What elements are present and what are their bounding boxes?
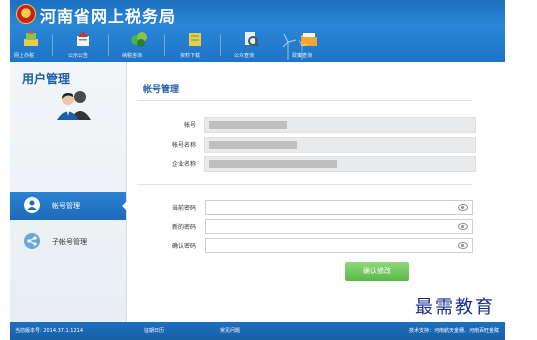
query-icon bbox=[245, 32, 259, 47]
nav-online-tax[interactable]: 网上办税 bbox=[10, 28, 46, 62]
download-icon bbox=[189, 33, 201, 46]
redacted-value bbox=[209, 121, 287, 129]
account-name-field bbox=[204, 137, 476, 153]
sidebar-item-label: 帐号管理 bbox=[52, 202, 80, 210]
share-circle-icon bbox=[24, 233, 40, 249]
company-name-field bbox=[204, 156, 476, 172]
nav-divider bbox=[164, 34, 165, 56]
consult-icon bbox=[131, 32, 147, 47]
tax-emblem-icon bbox=[16, 4, 36, 24]
nav-consultation[interactable]: 纳税咨询 bbox=[118, 28, 154, 62]
user-circle-icon bbox=[24, 197, 40, 213]
nav-announcements[interactable]: 公示公告 bbox=[62, 28, 98, 62]
header-banner: 河南省网上税务局 网上办税 公示公告 纳税咨询 资料下载 公众查询 bbox=[10, 0, 505, 62]
company-name-label: 企业名称 bbox=[171, 161, 196, 168]
sidebar-item-label: 子帐号管理 bbox=[52, 238, 87, 246]
current-password-label: 当前密码 bbox=[171, 205, 196, 212]
faq-link[interactable]: 常见问题 bbox=[220, 327, 240, 334]
title-divider bbox=[137, 100, 472, 101]
nav-divider bbox=[52, 34, 53, 56]
watermark-text: 最需教育 bbox=[415, 297, 495, 318]
eye-icon[interactable] bbox=[458, 204, 468, 211]
new-password-input[interactable] bbox=[205, 219, 473, 234]
sidebar-item-subaccount[interactable]: 子帐号管理 bbox=[10, 228, 126, 256]
nav-divider bbox=[220, 34, 221, 56]
nav-label: 资料下载 bbox=[180, 53, 201, 59]
account-field bbox=[204, 117, 476, 133]
nav-downloads[interactable]: 资料下载 bbox=[174, 28, 210, 62]
confirm-change-button[interactable]: 确认修改 bbox=[345, 262, 409, 281]
sidebar-title: 用户管理 bbox=[22, 72, 71, 86]
eye-icon[interactable] bbox=[458, 242, 468, 249]
redacted-value bbox=[209, 160, 337, 168]
nav-public-query[interactable]: 公众查询 bbox=[230, 28, 266, 62]
confirm-password-input[interactable] bbox=[205, 238, 473, 253]
nav-label: 网上办税 bbox=[14, 53, 35, 59]
nav-label: 公示公告 bbox=[68, 53, 89, 59]
eye-icon[interactable] bbox=[458, 223, 468, 230]
page-title: 帐号管理 bbox=[143, 85, 180, 95]
account-name-label: 帐号名称 bbox=[171, 142, 196, 149]
windmill-decoration-icon bbox=[282, 33, 308, 60]
nav-label: 纳税咨询 bbox=[122, 53, 143, 59]
announcement-icon bbox=[77, 31, 89, 46]
footer-bar: 当前版本号: 2014.37.1.1214 征期日历 常见问题 技术支持：河南航… bbox=[10, 322, 505, 340]
site-title: 河南省网上税务局 bbox=[40, 7, 177, 26]
new-password-label: 新的密码 bbox=[171, 224, 196, 231]
users-avatar-icon bbox=[57, 91, 91, 120]
account-label: 帐号 bbox=[183, 122, 196, 129]
portal-window: 河南省网上税务局 网上办税 公示公告 纳税咨询 资料下载 公众查询 用户管理 帐… bbox=[10, 0, 505, 340]
confirm-password-label: 确认密码 bbox=[171, 243, 196, 250]
sidebar-item-account[interactable]: 帐号管理 bbox=[10, 192, 127, 220]
current-password-input[interactable] bbox=[205, 200, 473, 215]
tech-support-text: 技术支持：河南航天金穗、河南百旺金赋 bbox=[408, 328, 499, 334]
sidebar: 用户管理 帐号管理 子帐号管理 bbox=[10, 62, 127, 322]
nav-divider bbox=[108, 34, 109, 56]
main-panel: 帐号管理 帐号 帐号名称 企业名称 当前密码 新的密码 确认密码 确认修改 bbox=[127, 62, 505, 322]
version-text: 当前版本号: 2014.37.1.1214 bbox=[15, 328, 84, 334]
tax-calendar-link[interactable]: 征期日历 bbox=[144, 327, 164, 334]
tax-filing-icon bbox=[24, 31, 38, 46]
redacted-value bbox=[209, 141, 297, 149]
nav-label: 公众查询 bbox=[234, 53, 255, 59]
section-divider bbox=[137, 184, 472, 185]
